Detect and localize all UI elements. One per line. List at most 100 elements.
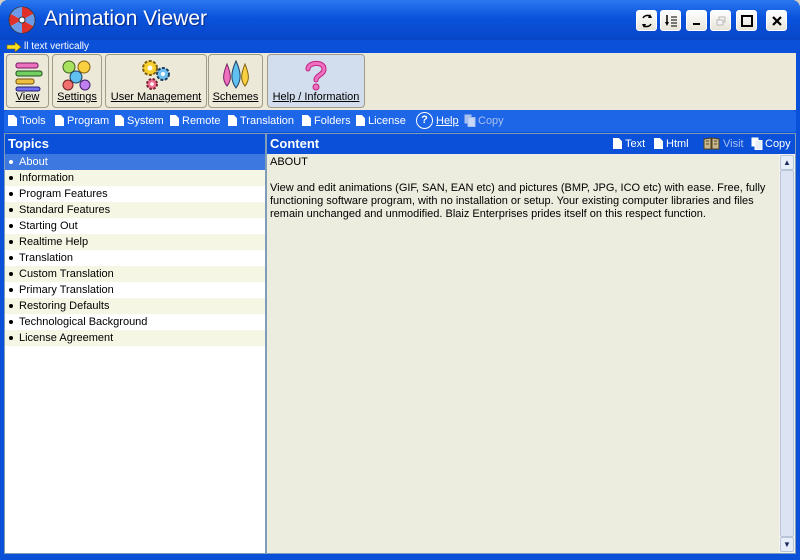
close-icon: [771, 15, 782, 26]
topics-panel: Topics About Information Program Feature…: [4, 133, 266, 554]
document-icon: [115, 115, 124, 126]
user-management-icon: [142, 60, 170, 90]
link-help[interactable]: ? Help: [416, 112, 459, 129]
text-vertical-button[interactable]: [660, 10, 681, 31]
content-title: Content: [270, 136, 320, 151]
text-vertical-icon: [664, 14, 677, 26]
link-bar: Tools Program System Remote Translation …: [4, 110, 796, 132]
topic-item[interactable]: License Agreement: [5, 330, 265, 346]
link-program[interactable]: Program: [55, 114, 109, 128]
bullet-icon: [9, 208, 13, 212]
close-button[interactable]: [766, 10, 787, 31]
bullet-icon: [9, 192, 13, 196]
copy-icon: [751, 137, 763, 150]
bullet-icon: [9, 288, 13, 292]
document-icon: [654, 138, 663, 149]
bullet-icon: [9, 304, 13, 308]
help-information-button-label: Help / Information: [272, 91, 360, 103]
document-icon: [356, 115, 365, 126]
content-copy-button[interactable]: Copy: [751, 137, 791, 151]
topic-item[interactable]: Starting Out: [5, 218, 265, 234]
bullet-icon: [9, 272, 13, 276]
minimize-icon: [692, 22, 700, 25]
topic-list[interactable]: About Information Program Features Stand…: [5, 154, 265, 346]
bullet-icon: [9, 256, 13, 260]
html-button[interactable]: Html: [654, 137, 689, 151]
user-management-button-label: User Management: [110, 91, 202, 103]
link-folders[interactable]: Folders: [302, 114, 351, 128]
settings-button[interactable]: Settings: [52, 54, 102, 108]
window-bottom-border: [0, 554, 800, 560]
help-circle-icon: ?: [416, 112, 433, 129]
topic-item[interactable]: Translation: [5, 250, 265, 266]
scroll-thumb[interactable]: [780, 170, 794, 537]
view-button-label: View: [15, 91, 40, 103]
user-management-button[interactable]: User Management: [105, 54, 207, 108]
link-translation[interactable]: Translation: [228, 114, 294, 128]
topic-item[interactable]: Restoring Defaults: [5, 298, 265, 314]
bullet-icon: [9, 320, 13, 324]
link-license[interactable]: License: [356, 114, 406, 128]
schemes-icon: [222, 59, 249, 89]
help-information-button[interactable]: Help / Information: [267, 54, 365, 108]
topics-header: Topics: [5, 134, 265, 154]
topic-item[interactable]: Information: [5, 170, 265, 186]
app-window: Animation Viewer ll text vertically View…: [0, 0, 800, 560]
schemes-button[interactable]: Schemes: [208, 54, 263, 108]
document-icon: [228, 115, 237, 126]
topic-item[interactable]: Program Features: [5, 186, 265, 202]
topic-item[interactable]: Technological Background: [5, 314, 265, 330]
link-copy[interactable]: Copy: [464, 114, 504, 128]
link-remote[interactable]: Remote: [170, 114, 221, 128]
vertical-scrollbar[interactable]: ▲ ▼: [779, 154, 795, 553]
hint-bar: ll text vertically: [4, 40, 796, 53]
schemes-button-label: Schemes: [212, 91, 259, 103]
link-system[interactable]: System: [115, 114, 164, 128]
topic-item[interactable]: Primary Translation: [5, 282, 265, 298]
text-button[interactable]: Text: [613, 137, 645, 151]
content-header: Content Text Html Visit Copy: [267, 134, 795, 154]
scroll-up-arrow[interactable]: ▲: [780, 155, 794, 170]
document-icon: [55, 115, 64, 126]
content-text-area[interactable]: ABOUT View and edit animations (GIF, SAN…: [267, 154, 779, 553]
minimize-button[interactable]: [686, 10, 707, 31]
bullet-icon: [9, 224, 13, 228]
document-icon: [302, 115, 311, 126]
document-icon: [8, 115, 17, 126]
help-icon: [305, 60, 327, 91]
main-toolbar: View Settings User Management Schemes He…: [4, 53, 796, 110]
visit-button[interactable]: Visit: [703, 137, 744, 151]
bullet-icon: [9, 176, 13, 180]
topic-item[interactable]: Custom Translation: [5, 266, 265, 282]
window-title: Animation Viewer: [44, 7, 208, 30]
topic-item[interactable]: Realtime Help: [5, 234, 265, 250]
title-bar[interactable]: Animation Viewer: [0, 0, 800, 40]
hint-text: ll text vertically: [24, 41, 90, 52]
bullet-icon: [9, 240, 13, 244]
settings-button-label: Settings: [57, 91, 97, 103]
book-icon: [703, 137, 720, 150]
content-heading: ABOUT: [270, 156, 308, 168]
bullet-icon: [9, 160, 13, 164]
document-icon: [613, 138, 622, 149]
app-logo-icon: [8, 6, 36, 34]
maximize-button[interactable]: [736, 10, 757, 31]
copy-icon: [464, 114, 476, 127]
arrow-right-icon: [6, 42, 22, 52]
topic-item[interactable]: About: [5, 154, 265, 170]
content-paragraph: View and edit animations (GIF, SAN, EAN …: [270, 182, 766, 220]
view-icon: [15, 62, 42, 92]
link-tools[interactable]: Tools: [8, 114, 46, 128]
document-icon: [170, 115, 179, 126]
content-panel: Content Text Html Visit Copy ABOUT View …: [266, 133, 796, 554]
view-button[interactable]: View: [6, 54, 49, 108]
maximize-icon: [740, 14, 753, 27]
settings-icon: [62, 60, 91, 91]
restore-icon: [716, 16, 725, 25]
scroll-down-arrow[interactable]: ▼: [780, 537, 794, 552]
topic-item[interactable]: Standard Features: [5, 202, 265, 218]
rotate-arrows-icon: [641, 13, 652, 28]
restore-button[interactable]: [710, 10, 731, 31]
bullet-icon: [9, 336, 13, 340]
rotate-view-button[interactable]: [636, 10, 657, 31]
